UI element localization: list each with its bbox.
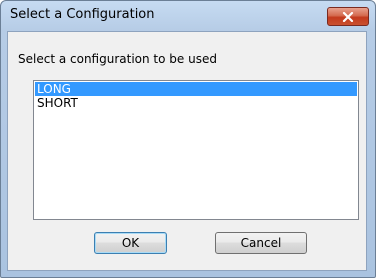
window-title: Select a Configuration (10, 7, 155, 22)
close-icon (342, 11, 354, 22)
configuration-listbox[interactable]: LONG SHORT (33, 80, 359, 220)
list-item-long[interactable]: LONG (35, 82, 357, 96)
title-bar[interactable]: Select a Configuration (1, 1, 375, 31)
cancel-button[interactable]: Cancel (215, 232, 307, 254)
close-button[interactable] (327, 7, 369, 26)
prompt-label: Select a configuration to be used (18, 52, 217, 66)
ok-button[interactable]: OK (94, 232, 167, 254)
list-item-short[interactable]: SHORT (35, 96, 357, 110)
